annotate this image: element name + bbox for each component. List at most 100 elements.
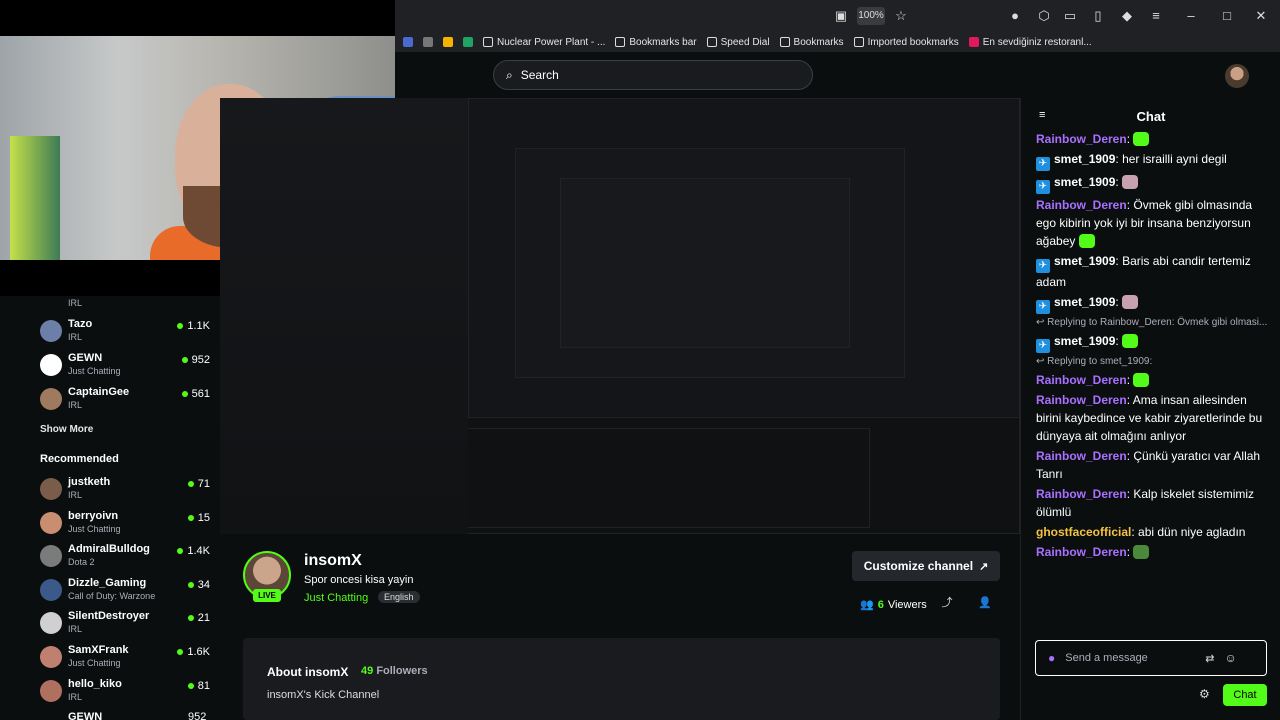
partial-channel-name: GEWN [68,711,103,720]
site-header: ⌕ Search [395,52,1280,98]
chat-message[interactable]: ✈ smet_1909: Baris abi candir tertemiz ad… [1036,252,1268,291]
chat-message[interactable]: ✈ smet_1909: [1036,293,1268,314]
chat-username[interactable]: smet_1909 [1054,152,1115,166]
chat-message[interactable]: ghostfaceofficial: abi dün niye agladın [1036,523,1268,541]
emote-icon [1122,175,1139,189]
viewer-count: 81 [187,680,210,692]
chat-username[interactable]: Rainbow_Deren [1036,393,1127,407]
extensions-icon[interactable]: ⬡ [1035,7,1053,25]
channel-name: Tazo [68,318,93,330]
chat-username[interactable]: ghostfaceofficial [1036,525,1131,539]
sidebar-channel-item[interactable]: AdmiralBulldog Dota 2 1.4K [40,543,210,573]
kick-bookmark-icon[interactable] [403,37,413,47]
chat-input[interactable] [1065,652,1196,664]
sidebar-icon[interactable]: ▯ [1089,7,1107,25]
share-icon[interactable]: ⤴ [940,596,954,610]
chat-input-box[interactable]: ● ⇄ ☺ [1035,640,1267,676]
chat-username[interactable]: Rainbow_Deren [1036,373,1127,387]
viewers-icon: 👥 [860,599,874,611]
collapse-chat-icon[interactable]: ≡ [1039,109,1051,121]
bookmark-item[interactable]: Bookmarks bar [615,37,697,48]
maximize-icon[interactable]: □ [1218,7,1236,25]
viewers-label: Viewers [887,598,927,611]
chat-username[interactable]: Rainbow_Deren [1036,449,1127,463]
bookmark-item[interactable]: Imported bookmarks [853,37,959,48]
chat-reply-context: ↩ Replying to Rainbow_Deren: Övmek gibi … [1036,317,1268,328]
search-bar[interactable]: ⌕ Search [493,60,813,90]
partial-channel-viewers: 952 [188,711,207,720]
sidebar-channel-item[interactable]: Dizzle_Gaming Call of Duty: Warzone 34 [40,577,210,607]
live-dot-icon [187,615,194,622]
minimize-icon[interactable]: – [1182,7,1200,25]
translate-icon[interactable]: ⇄ [1205,652,1214,665]
sidebar-channel-item[interactable]: justketh IRL 71 [40,476,210,506]
bookmark-item[interactable]: Nuclear Power Plant - ... [483,37,605,48]
chat-username[interactable]: Rainbow_Deren [1036,487,1127,501]
bookmark-star-icon[interactable]: ☆ [892,7,910,25]
chat-username[interactable]: Rainbow_Deren [1036,198,1127,212]
chat-message[interactable]: Rainbow_Deren: [1036,543,1268,561]
follow-user-icon[interactable]: 👤 [978,596,992,610]
microphone-icon[interactable]: ● [1048,651,1055,665]
channel-name[interactable]: insomX [304,552,362,570]
sidebar-channel-item[interactable]: hello_kiko IRL 81 [40,678,210,708]
viewer-count: 71 [187,478,210,490]
drive-icon[interactable] [443,37,453,47]
sidebar-channel-item[interactable]: SilentDestroyer IRL 21 [40,610,210,640]
chat-message[interactable]: Rainbow_Deren: [1036,371,1268,389]
wallet-icon[interactable]: ▭ [1061,7,1079,25]
emote-icon [1078,234,1095,248]
chat-username[interactable]: smet_1909 [1054,175,1115,189]
menu-icon[interactable]: ≡ [1147,7,1165,25]
chat-message[interactable]: Rainbow_Deren: [1036,130,1268,148]
chat-message[interactable]: ✈ smet_1909: [1036,173,1268,194]
chat-message[interactable]: ✈ smet_1909: [1036,332,1268,353]
zoom-indicator[interactable]: 100% [857,7,885,25]
stream-category[interactable]: Just Chatting [304,592,368,604]
channel-avatar [40,511,62,534]
channel-category: Dota 2 [68,557,95,568]
user-avatar[interactable] [1225,64,1249,88]
chat-message[interactable]: Rainbow_Deren: Kalp iskelet sistemimiz ö… [1036,485,1268,521]
sidebar-channel-item[interactable]: berryoivn Just Chatting 15 [40,510,210,540]
search-icon: ⌕ [506,67,513,82]
chat-username[interactable]: Rainbow_Deren [1036,545,1127,559]
send-chat-button[interactable]: Chat [1223,684,1267,706]
close-icon[interactable]: ✕ [1252,7,1270,25]
chat-message[interactable]: Rainbow_Deren: Ama insan ailesinden biri… [1036,391,1268,445]
channel-name: berryoivn [68,509,119,522]
profile-icon[interactable]: ● [1006,7,1024,25]
bookmark-item[interactable]: Speed Dial [706,37,770,48]
viewers-number: 6 [877,598,884,611]
search-placeholder: Search [520,68,559,82]
chat-text: her israilli ayni degil [1122,152,1227,166]
sidebar-channel-item[interactable]: SamXFrank Just Chatting 1.6K [40,644,210,674]
customize-channel-button[interactable]: Customize channel ↗ [852,551,1000,581]
sidebar-channel-item[interactable]: Tazo IRL 1.1K [40,318,210,348]
live-dot-icon [177,323,184,329]
language-tag[interactable]: English [378,591,420,603]
chat-message[interactable]: Rainbow_Deren: Çünkü yaratıcı var Allah … [1036,447,1268,483]
vpn-icon[interactable]: ◆ [1118,7,1136,25]
chat-username[interactable]: smet_1909 [1054,295,1115,309]
nested-capture-4 [560,178,850,348]
chat-settings-gear-icon[interactable]: ⚙ [1199,687,1213,701]
stream-player[interactable] [220,98,1020,534]
bookmark-item[interactable]: Bookmarks [779,37,844,48]
chat-message[interactable]: Rainbow_Deren: Övmek gibi olmasında ego … [1036,196,1268,250]
sidebar-channel-item[interactable]: CaptainGee IRL 561 [40,386,210,416]
sheets-icon[interactable] [463,37,473,47]
show-more-link[interactable]: Show More [40,424,93,435]
bookmark-icon[interactable] [423,37,433,47]
bookmark-item[interactable]: En sevdiğiniz restoranl... [968,37,1092,48]
channel-category: Call of Duty: Warzone [68,590,156,601]
sidebar-channel-item[interactable]: GEWN Just Chatting 952 [40,352,210,382]
screenshot-icon[interactable]: ▣ [832,7,850,25]
chat-username[interactable]: smet_1909 [1054,254,1115,268]
subscriber-badge-icon: ✈ [1036,180,1050,194]
chat-message[interactable]: ✈ smet_1909: her israilli ayni degil [1036,150,1268,171]
emoji-icon[interactable]: ☺ [1224,651,1236,665]
chat-username[interactable]: smet_1909 [1054,334,1115,348]
chat-username[interactable]: Rainbow_Deren [1036,132,1127,146]
viewer-count: 21 [187,612,210,624]
